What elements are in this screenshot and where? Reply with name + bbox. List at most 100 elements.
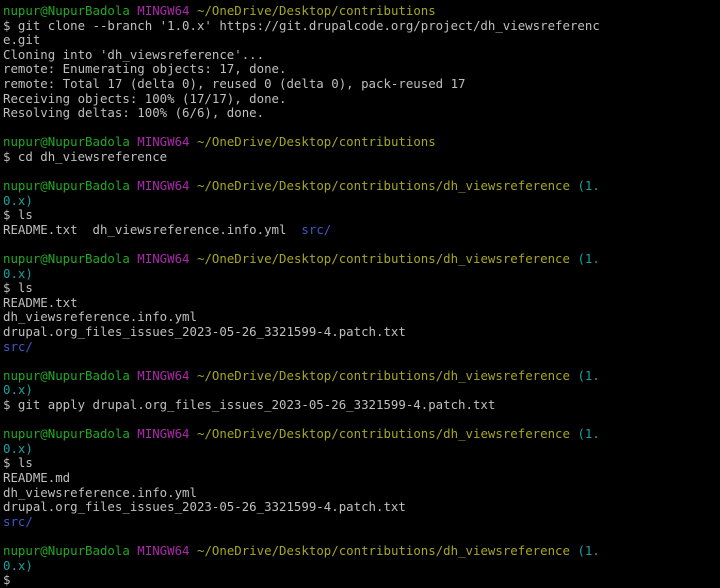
output: README.txt <box>3 294 78 310</box>
prompt-user-host: nupur@NupurBadola <box>3 3 130 18</box>
terminal-line: nupur@NupurBadola MINGW64 ~/OneDrive/Des… <box>3 426 720 442</box>
terminal-line: remote: Total 17 (delta 0), reused 0 (de… <box>3 75 720 92</box>
prompt-git-branch: 0.x) <box>3 265 33 281</box>
terminal-line: nupur@NupurBadola MINGW64 ~/OneDrive/Des… <box>3 542 720 559</box>
terminal-line: Resolving deltas: 100% (6/6), done. <box>3 105 720 121</box>
prompt-git-branch: (1. <box>577 178 600 194</box>
command: $ git clone --branch '1.0.x' https://git… <box>3 17 600 33</box>
terminal-line: drupal.org_files_issues_2023-05-26_33215… <box>3 324 720 340</box>
prompt-cwd: ~/OneDrive/Desktop/contributions/dh_view… <box>196 542 570 558</box>
terminal-line: README.md <box>3 470 720 486</box>
terminal-line: 0.x) <box>3 192 720 209</box>
prompt-user-host: nupur@NupurBadola <box>3 367 130 383</box>
terminal-line: remote: Enumerating objects: 17, done. <box>3 62 720 77</box>
output: drupal.org_files_issues_2023-05-26_33215… <box>3 499 406 515</box>
command: $ git apply drupal.org_files_issues_2023… <box>3 397 496 413</box>
terminal-line: README.txt <box>3 294 720 311</box>
command: e.git <box>3 32 41 48</box>
prompt-cwd: ~/OneDrive/Desktop/contributions/dh_view… <box>196 367 570 383</box>
prompt-user-host: nupur@NupurBadola <box>3 542 130 558</box>
terminal-line: Cloning into 'dh_viewsreference'... <box>3 46 720 63</box>
prompt-user-host: nupur@NupurBadola <box>3 251 130 267</box>
prompt-git-branch: 0.x) <box>3 440 33 456</box>
terminal-line: 0.x) <box>3 557 720 574</box>
prompt-platform: MINGW64 <box>137 3 190 18</box>
terminal-line: $ ls <box>3 456 720 471</box>
terminal-line: drupal.org_files_issues_2023-05-26_33215… <box>3 499 720 515</box>
prompt-user-host: nupur@NupurBadola <box>3 178 130 194</box>
terminal-line: README.txt dh_viewsreference.info.yml sr… <box>3 221 720 238</box>
terminal-line: src/ <box>3 338 720 355</box>
terminal-line: nupur@NupurBadola MINGW64 ~/OneDrive/Des… <box>3 3 720 19</box>
terminal-line: Receiving objects: 100% (17/17), done. <box>3 90 720 107</box>
prompt-user-host: nupur@NupurBadola <box>3 426 130 442</box>
prompt-cwd: ~/OneDrive/Desktop/contributions/dh_view… <box>196 178 570 194</box>
prompt-dollar: $ <box>3 572 11 588</box>
directory-entry: src/ <box>3 338 33 354</box>
prompt-git-branch: 0.x) <box>3 192 33 208</box>
output: Resolving deltas: 100% (6/6), done. <box>3 105 265 121</box>
prompt-cwd: ~/OneDrive/Desktop/contributions/dh_view… <box>196 251 570 267</box>
prompt-platform: MINGW64 <box>137 367 190 383</box>
terminal-line: $ git apply drupal.org_files_issues_2023… <box>3 397 720 413</box>
terminal-line: nupur@NupurBadola MINGW64 ~/OneDrive/Des… <box>3 178 720 194</box>
prompt-platform: MINGW64 <box>137 426 190 442</box>
prompt-user-host: nupur@NupurBadola <box>3 134 130 150</box>
output: dh_viewsreference.info.yml <box>3 484 197 500</box>
output: README.md <box>3 470 71 485</box>
output: remote: Enumerating objects: 17, done. <box>3 61 287 77</box>
terminal-line: 0.x) <box>3 265 720 282</box>
prompt-cwd: ~/OneDrive/Desktop/contributions <box>196 3 436 18</box>
command: $ ls <box>3 455 33 471</box>
prompt-platform: MINGW64 <box>137 178 190 194</box>
directory-entry: src/ <box>3 513 33 529</box>
prompt-platform: MINGW64 <box>137 134 190 150</box>
output: dh_viewsreference.info.yml <box>3 309 197 325</box>
output: Receiving objects: 100% (17/17), done. <box>3 90 287 106</box>
terminal-line: e.git <box>3 32 720 48</box>
prompt-git-branch: (1. <box>577 251 600 267</box>
prompt-git-branch: 0.x) <box>3 382 33 398</box>
command: $ cd dh_viewsreference <box>3 148 168 164</box>
prompt-git-branch: (1. <box>577 367 600 383</box>
terminal-line: nupur@NupurBadola MINGW64 ~/OneDrive/Des… <box>3 367 720 384</box>
output: Cloning into 'dh_viewsreference'... <box>3 46 265 62</box>
terminal-line: $ cd dh_viewsreference <box>3 148 720 165</box>
terminal-line: src/ <box>3 513 720 530</box>
terminal-line: 0.x) <box>3 383 720 398</box>
output: remote: Total 17 (delta 0), reused 0 (de… <box>3 75 466 91</box>
terminal-line: nupur@NupurBadola MINGW64 ~/OneDrive/Des… <box>3 251 720 267</box>
prompt-git-branch: 0.x) <box>3 557 33 573</box>
terminal-line: nupur@NupurBadola MINGW64 ~/OneDrive/Des… <box>3 135 720 150</box>
terminal-line: 0.x) <box>3 440 720 457</box>
command: $ ls <box>3 280 33 296</box>
terminal-line: dh_viewsreference.info.yml <box>3 484 720 501</box>
prompt-cwd: ~/OneDrive/Desktop/contributions <box>196 134 436 150</box>
directory-entry: src/ <box>301 221 332 237</box>
terminal-line: dh_viewsreference.info.yml <box>3 310 720 325</box>
prompt-git-branch: (1. <box>577 542 600 558</box>
terminal-screen[interactable]: nupur@NupurBadola MINGW64 ~/OneDrive/Des… <box>0 0 720 587</box>
prompt-cwd: ~/OneDrive/Desktop/contributions/dh_view… <box>196 426 570 442</box>
prompt-platform: MINGW64 <box>137 251 190 267</box>
terminal-line: $ ls <box>3 280 720 296</box>
output: README.txt dh_viewsreference.info.yml <box>3 221 302 237</box>
terminal-line: $ <box>3 572 720 588</box>
command: $ ls <box>3 207 33 223</box>
terminal-line: $ git clone --branch '1.0.x' https://git… <box>3 17 720 34</box>
output: drupal.org_files_issues_2023-05-26_33215… <box>3 324 406 340</box>
prompt-platform: MINGW64 <box>137 542 190 558</box>
